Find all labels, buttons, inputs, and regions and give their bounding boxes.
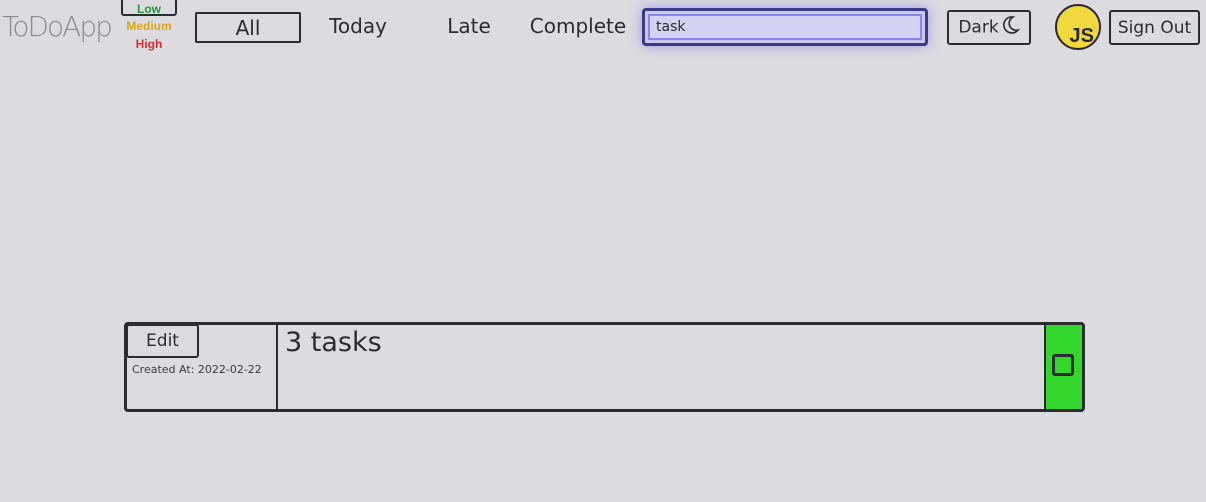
priority-low-button[interactable]: Low (121, 0, 177, 16)
search-input[interactable] (648, 14, 922, 40)
tab-today[interactable]: Today (318, 12, 398, 43)
task-title[interactable]: 3 tasks (285, 327, 382, 358)
created-at: Created At: 2022-02-22 (132, 363, 262, 376)
complete-toggle[interactable] (1044, 325, 1082, 409)
complete-checkbox[interactable] (1052, 354, 1074, 376)
sign-out-button[interactable]: Sign Out (1109, 10, 1200, 45)
edit-button[interactable]: Edit (126, 324, 199, 358)
priority-high-label[interactable]: High (118, 34, 180, 54)
priority-medium-label[interactable]: Medium (118, 18, 180, 34)
task-card: Edit Created At: 2022-02-22 3 tasks (124, 322, 1085, 412)
priority-legend: Low Medium High (118, 0, 180, 54)
tab-all[interactable]: All (195, 12, 301, 43)
dark-mode-button[interactable]: Dark (947, 10, 1031, 45)
tab-late[interactable]: Late (440, 12, 498, 43)
avatar[interactable]: JS (1055, 4, 1101, 50)
task-meta: Edit Created At: 2022-02-22 (126, 324, 278, 409)
moon-icon (1000, 15, 1020, 40)
tab-complete[interactable]: Complete (525, 12, 631, 43)
app-logo: ToDoApp (2, 10, 113, 43)
search-box (642, 8, 928, 46)
dark-mode-label: Dark (958, 17, 999, 38)
